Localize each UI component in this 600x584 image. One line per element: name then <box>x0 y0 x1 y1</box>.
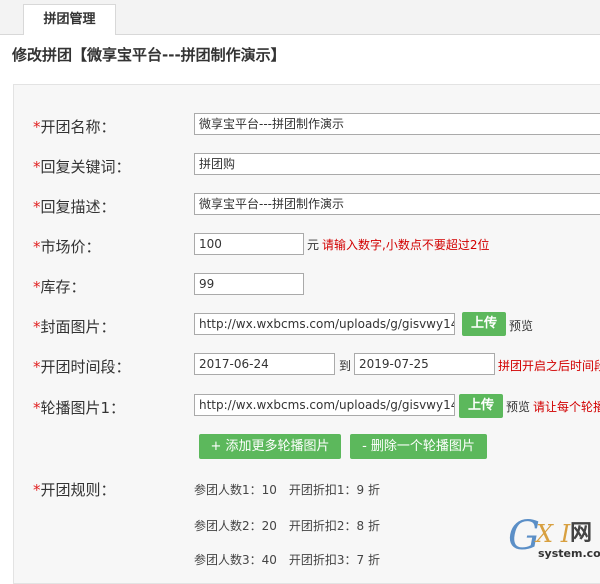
page-title: 修改拼团【微享宝平台---拼团制作演示】 <box>12 46 286 64</box>
carousel-label-text: 轮播图片1： <box>40 399 126 417</box>
stock-label-text: 库存： <box>40 278 86 296</box>
period-start-input[interactable]: 2017-06-24 <box>194 353 335 375</box>
carousel-upload-button[interactable]: 上传 <box>459 394 503 418</box>
period-hint: 拼团开启之后时间段 <box>498 359 600 373</box>
price-label-text: 市场价： <box>40 238 101 256</box>
carousel-hint: 请让每个轮播 <box>533 400 600 414</box>
required-marker: * <box>33 399 41 417</box>
cover-label-text: 封面图片： <box>40 318 116 336</box>
rule-item: 参团人数3：40 开团折扣3：7 折 <box>194 553 380 567</box>
required-marker: * <box>33 358 41 376</box>
rules-label: *开团规则： <box>33 479 116 500</box>
rule-item: 参团人数2：20 开团折扣2：8 折 <box>194 519 380 533</box>
required-marker: * <box>33 118 41 136</box>
remove-carousel-button[interactable]: - 删除一个轮播图片 <box>350 434 487 459</box>
period-end-input[interactable]: 2019-07-25 <box>354 353 495 375</box>
period-to-label: 到 <box>339 359 352 373</box>
price-hint: 请输入数字,小数点不要超过2位 <box>322 238 490 252</box>
watermark-wang: 网 <box>570 521 593 546</box>
price-label: *市场价： <box>33 236 101 257</box>
description-input[interactable]: 微享宝平台---拼团制作演示 <box>194 193 600 215</box>
required-marker: * <box>33 198 41 216</box>
watermark-xi: X I <box>536 520 571 548</box>
price-unit: 元 <box>307 238 320 252</box>
cover-preview-link[interactable]: 预览 <box>509 317 533 334</box>
site-watermark-logo: G X I 网 system.com <box>508 514 600 564</box>
keyword-input[interactable]: 拼团购 <box>194 153 600 175</box>
period-label: *开团时间段： <box>33 356 131 377</box>
carousel-preview-link[interactable]: 预览 <box>506 398 530 415</box>
name-input[interactable]: 微享宝平台---拼团制作演示 <box>194 113 600 135</box>
cover-url-input[interactable]: http://wx.wxbcms.com/uploads/g/gisvwy14 <box>194 313 455 335</box>
stock-label: *库存： <box>33 276 86 297</box>
required-marker: * <box>33 318 41 336</box>
required-marker: * <box>33 158 41 176</box>
rule-item: 参团人数1：10 开团折扣1：9 折 <box>194 483 380 497</box>
stock-input[interactable]: 99 <box>194 273 304 295</box>
rules-label-text: 开团规则： <box>40 481 116 499</box>
required-marker: * <box>33 238 41 256</box>
top-tab-bar: 拼团管理 <box>0 0 600 35</box>
price-input[interactable]: 100 <box>194 233 304 255</box>
carousel-label: *轮播图片1： <box>33 397 125 418</box>
keyword-label-text: 回复关键词： <box>40 158 131 176</box>
tab-group-buy-management[interactable]: 拼团管理 <box>23 4 116 35</box>
watermark-domain: system.com <box>538 547 600 560</box>
description-label-text: 回复描述： <box>40 198 116 216</box>
cover-label: *封面图片： <box>33 316 116 337</box>
carousel-url-input[interactable]: http://wx.wxbcms.com/uploads/g/gisvwy14 <box>194 394 455 416</box>
keyword-label: *回复关键词： <box>33 156 131 177</box>
period-label-text: 开团时间段： <box>40 358 131 376</box>
name-label-text: 开团名称： <box>40 118 116 136</box>
description-label: *回复描述： <box>33 196 116 217</box>
add-carousel-button[interactable]: + 添加更多轮播图片 <box>199 434 341 459</box>
required-marker: * <box>33 481 41 499</box>
required-marker: * <box>33 278 41 296</box>
name-label: *开团名称： <box>33 116 116 137</box>
cover-upload-button[interactable]: 上传 <box>462 312 506 336</box>
